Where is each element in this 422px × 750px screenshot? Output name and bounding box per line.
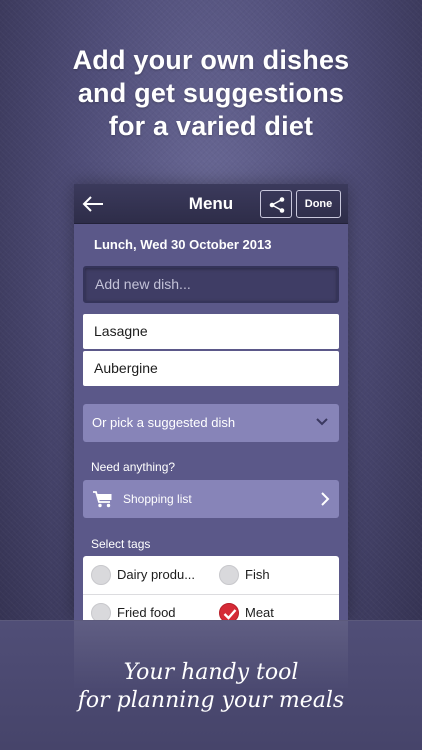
select-tags-label: Select tags <box>91 537 151 551</box>
promo-tagline: Your handy tool for planning your meals <box>0 659 422 715</box>
unchecked-circle-icon <box>219 565 239 585</box>
shopping-cart-icon <box>93 491 112 508</box>
tag-label: Fried food <box>117 605 176 620</box>
checkmark-circle-icon <box>219 603 239 620</box>
back-button[interactable] <box>80 190 108 218</box>
tag-fried-food[interactable]: Fried food <box>83 594 211 620</box>
tag-label: Dairy produ... <box>117 567 196 582</box>
tag-meat[interactable]: Meat <box>211 594 339 620</box>
headline-line-3: for a varied diet <box>108 111 314 141</box>
share-button[interactable] <box>260 190 292 218</box>
dish-item[interactable]: Lasagne <box>83 314 339 349</box>
unchecked-circle-icon <box>91 603 111 620</box>
need-anything-label: Need anything? <box>91 460 176 474</box>
promo-headline: Add your own dishes and get suggestions … <box>0 44 422 143</box>
suggested-dish-label: Or pick a suggested dish <box>92 415 236 430</box>
add-dish-input[interactable]: Add new dish... <box>83 266 339 303</box>
tagline-line-1: Your handy tool <box>123 660 299 685</box>
shopping-list-button[interactable]: Shopping list <box>83 480 339 518</box>
tags-grid: Dairy produ... Fish Fried food Meat <box>83 556 339 620</box>
share-icon <box>269 197 285 213</box>
tag-label: Meat <box>245 605 274 620</box>
meal-date-heading: Lunch, Wed 30 October 2013 <box>94 237 272 252</box>
navigation-bar: Menu Done <box>74 184 348 224</box>
tag-label: Fish <box>245 567 270 582</box>
chevron-down-icon <box>316 418 328 426</box>
done-button[interactable]: Done <box>296 190 341 218</box>
tag-dairy[interactable]: Dairy produ... <box>83 556 211 594</box>
tagline-line-2: for planning your meals <box>77 688 345 713</box>
headline-line-1: Add your own dishes <box>72 45 350 75</box>
tag-fish[interactable]: Fish <box>211 556 339 594</box>
headline-line-2: and get suggestions <box>77 78 345 108</box>
chevron-right-icon <box>321 492 330 506</box>
suggested-dish-dropdown[interactable]: Or pick a suggested dish <box>83 404 339 442</box>
app-screen: Menu Done Lunch, Wed 30 October 2013 Add… <box>74 184 348 620</box>
shopping-list-label: Shopping list <box>123 492 192 506</box>
promo-footer: Your handy tool for planning your meals <box>0 620 422 750</box>
unchecked-circle-icon <box>91 565 111 585</box>
dish-item[interactable]: Aubergine <box>83 351 339 386</box>
arrow-left-icon <box>82 196 103 212</box>
